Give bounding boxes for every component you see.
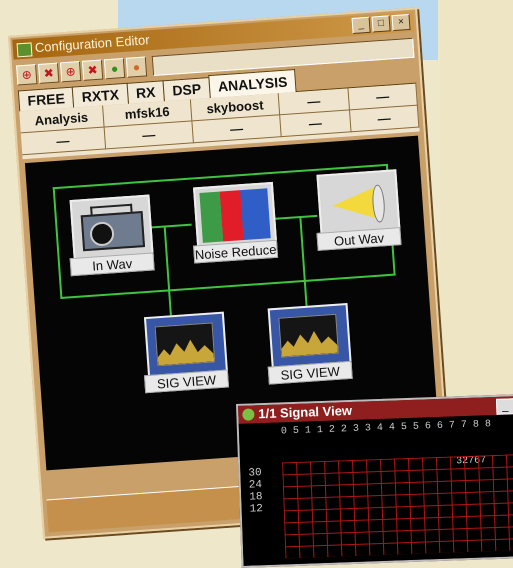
signal-grid[interactable]	[282, 453, 513, 559]
y-axis-label: 12	[249, 503, 264, 516]
preset-cell[interactable]: —	[280, 110, 352, 138]
y-axis-label: 24	[248, 479, 263, 492]
remove-node-icon[interactable]: ✖	[81, 59, 104, 81]
maximize-button[interactable]: □	[371, 15, 391, 33]
radio-icon	[69, 194, 154, 262]
column-header: 0 5 1 1 2 2 3 3 4 4 5 5 6 6 7 7 8 8	[280, 419, 492, 438]
signal-view-window: 1/1 Signal View _ □ 0 5 1 1 2 2 3 3 4 4 …	[236, 393, 513, 568]
noise-reduction-icon	[193, 181, 278, 250]
connection-line	[299, 215, 308, 306]
y-axis-label: 18	[249, 491, 263, 504]
add-node-icon[interactable]: ⊕	[16, 64, 38, 86]
node-in-wav[interactable]: In Wav	[66, 194, 155, 277]
background-panel	[440, 0, 513, 400]
preset-cell[interactable]: —	[20, 127, 107, 156]
node-noise-reduce[interactable]: Noise Reduce	[189, 181, 279, 264]
signal-window-title: 1/1 Signal View	[258, 402, 353, 422]
y-axis-label: 30	[248, 467, 262, 480]
preset-cell[interactable]: —	[192, 115, 282, 144]
speaker-icon	[316, 169, 401, 237]
add-node-icon[interactable]: ⊕	[59, 61, 82, 83]
minimize-button[interactable]: _	[495, 398, 513, 415]
preset-cell[interactable]: —	[104, 121, 194, 150]
remove-node-icon[interactable]: ✖	[38, 62, 60, 84]
stop-orange-icon[interactable]: ●	[125, 56, 148, 78]
tab-rx[interactable]: RX	[126, 80, 166, 104]
preset-cell[interactable]: —	[350, 105, 420, 133]
connection-line	[60, 273, 396, 299]
connection-line	[275, 214, 318, 220]
signal-display: 0 5 1 1 2 2 3 3 4 4 5 5 6 6 7 7 8 8 3276…	[238, 413, 513, 566]
node-sig-view[interactable]: SIG VIEW	[264, 302, 353, 385]
connection-line	[52, 187, 63, 299]
app-icon	[16, 42, 33, 58]
signal-view-icon	[267, 302, 352, 371]
close-button[interactable]: ×	[391, 13, 411, 32]
run-green-icon[interactable]: ●	[103, 57, 126, 80]
node-out-wav[interactable]: Out Wav	[312, 169, 402, 251]
signal-view-icon	[143, 311, 229, 380]
minimize-button[interactable]: _	[351, 16, 371, 34]
signal-app-icon	[242, 408, 255, 421]
node-sig-view[interactable]: SIG VIEW	[140, 311, 230, 394]
window-title: Configuration Editor	[34, 32, 151, 56]
connection-line	[163, 225, 172, 316]
